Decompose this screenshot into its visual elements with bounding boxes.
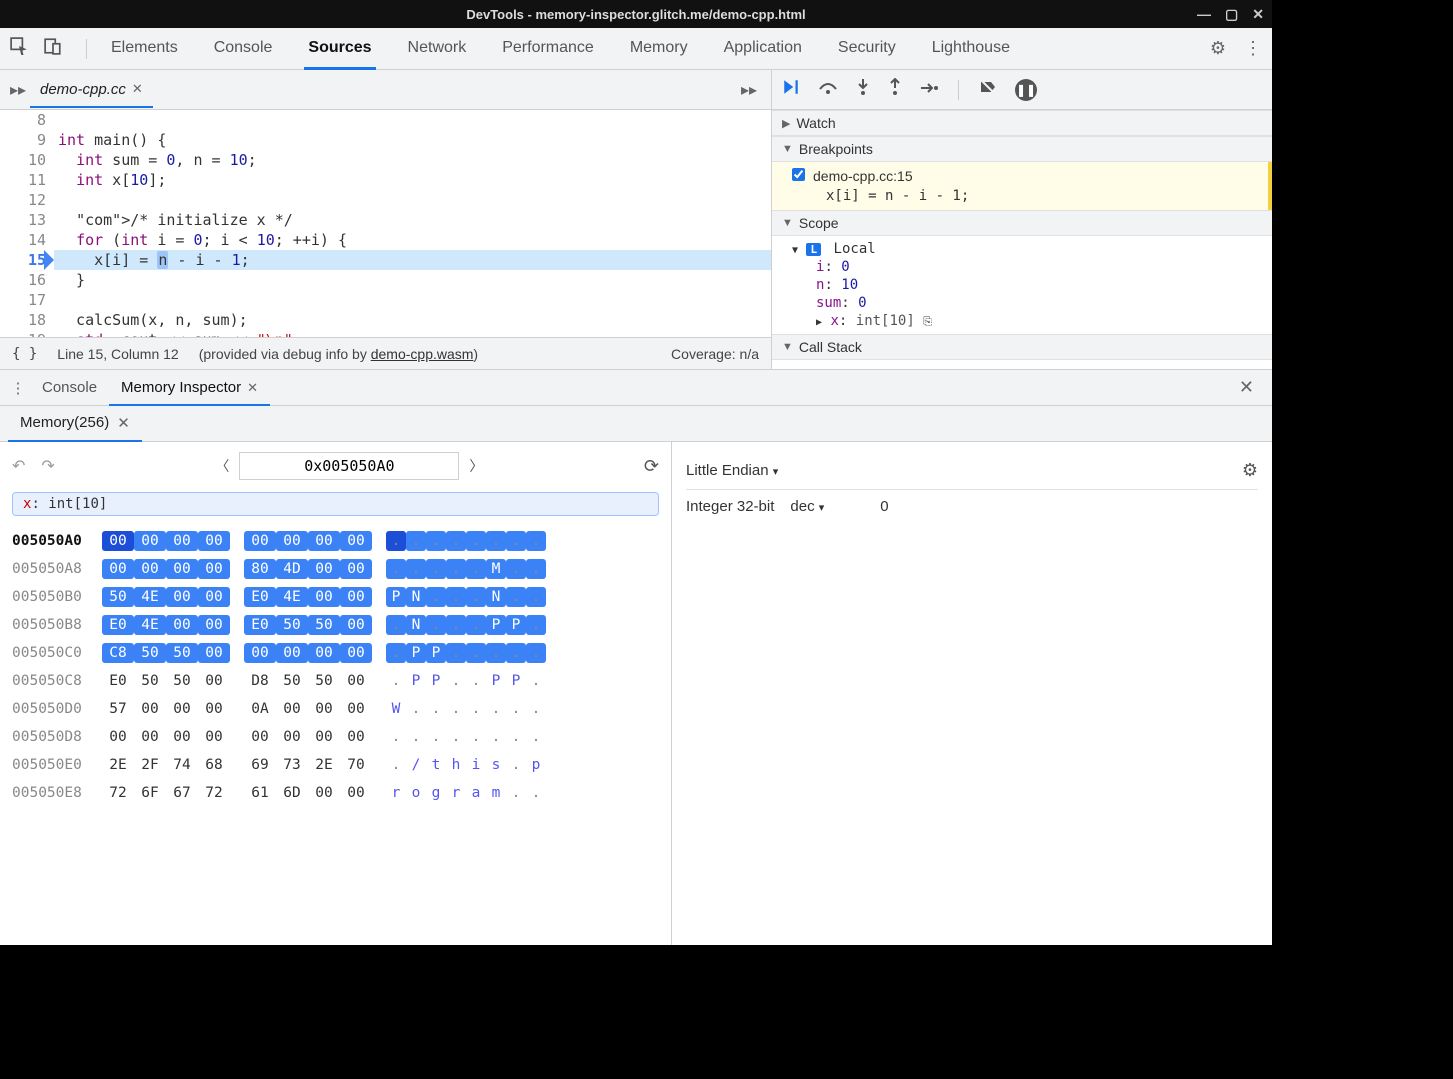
- panel-tabs: Elements Console Sources Network Performance…: [107, 29, 1210, 69]
- debugger-toolbar: ❚❚: [772, 70, 1272, 110]
- settings-icon[interactable]: ⚙: [1210, 38, 1226, 59]
- hex-row[interactable]: 005050C8E0505000D8505000.PP..PP.: [12, 668, 659, 694]
- hex-row[interactable]: 005050A800000000804D0000.....M..: [12, 556, 659, 582]
- step-icon[interactable]: [920, 79, 938, 100]
- drawer-tabbar: ⋮ ConsoleMemory Inspector✕ ✕: [0, 370, 1272, 406]
- provided-via: (provided via debug info by demo-cpp.was…: [199, 346, 478, 362]
- panel-tab-elements[interactable]: Elements: [107, 29, 182, 69]
- wasm-link[interactable]: demo-cpp.wasm: [371, 346, 474, 362]
- memory-tab[interactable]: Memory(256) ✕: [8, 406, 142, 442]
- scope-var-sum[interactable]: sum: 0: [792, 294, 1272, 312]
- run-snippet-icon[interactable]: ▸▸: [733, 80, 765, 100]
- base-select[interactable]: dec ▾: [790, 498, 824, 515]
- main-toolbar: Elements Console Sources Network Performance…: [0, 28, 1272, 70]
- separator: [86, 39, 87, 59]
- panel-tab-lighthouse[interactable]: Lighthouse: [928, 29, 1014, 69]
- separator: [958, 80, 959, 100]
- hex-row[interactable]: 005050A00000000000000000........: [12, 528, 659, 554]
- scope-var-x[interactable]: ▶ x: int[10] ⎘: [792, 312, 1272, 330]
- drawer-tab-memory-inspector[interactable]: Memory Inspector✕: [109, 371, 270, 406]
- cursor-position: Line 15, Column 12: [57, 346, 178, 362]
- variable-chip[interactable]: x: int[10]: [12, 492, 659, 516]
- value-interpreter: Little Endian ▾ ⚙ Integer 32-bit dec ▾ 0: [672, 442, 1272, 945]
- interpreter-settings-icon[interactable]: ⚙: [1242, 460, 1258, 481]
- refresh-icon[interactable]: ⟳: [644, 456, 659, 477]
- resume-icon[interactable]: [782, 78, 800, 101]
- scope-local[interactable]: ▼ L Local: [792, 240, 1272, 258]
- coverage-status: Coverage: n/a: [671, 346, 759, 362]
- hex-row[interactable]: 005050B8E04E0000E0505000.N...PP.: [12, 612, 659, 638]
- hex-row[interactable]: 005050D0570000000A000000W.......: [12, 696, 659, 722]
- titlebar: DevTools - memory-inspector.glitch.me/de…: [0, 0, 1272, 28]
- redo-icon[interactable]: ↷: [41, 456, 54, 476]
- breakpoints-section[interactable]: ▼Breakpoints: [772, 136, 1272, 162]
- step-into-icon[interactable]: [856, 78, 870, 101]
- hex-row[interactable]: 005050B0504E0000E04E0000PN...N..: [12, 584, 659, 610]
- scope-var-n[interactable]: n: 10: [792, 276, 1272, 294]
- hex-row[interactable]: 005050E8726F6772616D0000rogram..: [12, 780, 659, 806]
- panel-tab-application[interactable]: Application: [720, 29, 806, 69]
- close-tab-icon[interactable]: ✕: [132, 81, 143, 97]
- callstack-section[interactable]: ▼Call Stack: [772, 334, 1272, 360]
- code-editor[interactable]: 891011121314151617181920 int main() { in…: [0, 110, 771, 337]
- memory-nav-controls: ↶ ↷ 〈 〉 ⟳: [12, 452, 659, 480]
- panel-tab-network[interactable]: Network: [404, 29, 471, 69]
- endianness-select[interactable]: Little Endian ▾: [686, 462, 778, 479]
- close-icon[interactable]: ✕: [1252, 6, 1264, 23]
- address-input[interactable]: [239, 452, 459, 480]
- close-memory-tab-icon[interactable]: ✕: [117, 414, 130, 432]
- maximize-icon[interactable]: ▢: [1225, 6, 1238, 23]
- next-page-icon[interactable]: 〉: [469, 456, 483, 476]
- breakpoint-item[interactable]: demo-cpp.cc:15 x[i] = n - i - 1;: [772, 162, 1272, 210]
- drawer-close-icon[interactable]: ✕: [1227, 377, 1266, 398]
- scope-var-i[interactable]: i: 0: [792, 258, 1272, 276]
- drawer-more-icon[interactable]: ⋮: [6, 379, 30, 397]
- debugger-sidebar: ❚❚ ▶Watch ▼Breakpoints demo-cpp.cc:15 x[…: [772, 70, 1272, 369]
- hex-viewer[interactable]: 005050A00000000000000000........005050A8…: [12, 528, 659, 808]
- panel-tab-console[interactable]: Console: [210, 29, 277, 69]
- pause-on-exceptions-icon[interactable]: ❚❚: [1015, 79, 1037, 101]
- hex-row[interactable]: 005050E02E2F746869732E70./this.p: [12, 752, 659, 778]
- hex-row[interactable]: 005050D80000000000000000........: [12, 724, 659, 750]
- scope-section[interactable]: ▼Scope: [772, 210, 1272, 236]
- window-title: DevTools - memory-inspector.glitch.me/de…: [466, 7, 805, 22]
- select-element-icon[interactable]: [10, 37, 28, 60]
- minimize-icon[interactable]: —: [1197, 6, 1211, 23]
- panel-tab-sources[interactable]: Sources: [304, 29, 375, 70]
- interpreted-value: 0: [880, 498, 888, 515]
- pretty-print-icon[interactable]: { }: [12, 346, 37, 362]
- panel-tab-memory[interactable]: Memory: [626, 29, 692, 69]
- more-icon[interactable]: ⋮: [1244, 38, 1262, 59]
- undo-icon[interactable]: ↶: [12, 456, 25, 476]
- watch-section[interactable]: ▶Watch: [772, 110, 1272, 136]
- step-over-icon[interactable]: [818, 78, 838, 101]
- step-out-icon[interactable]: [888, 78, 902, 101]
- panel-tab-security[interactable]: Security: [834, 29, 900, 69]
- sources-tabbar: ▸▸ demo-cpp.cc ✕ ▸▸: [0, 70, 771, 110]
- drawer-tab-console[interactable]: Console: [30, 371, 109, 405]
- device-toolbar-icon[interactable]: [44, 37, 62, 60]
- prev-page-icon[interactable]: 〈: [215, 456, 229, 476]
- breakpoint-location: demo-cpp.cc:15: [813, 168, 913, 184]
- breakpoint-checkbox[interactable]: [792, 168, 805, 181]
- panel-tab-performance[interactable]: Performance: [498, 29, 598, 69]
- hex-row[interactable]: 005050C0C850500000000000.PP.....: [12, 640, 659, 666]
- source-file-tab[interactable]: demo-cpp.cc ✕: [30, 73, 153, 108]
- editor-status-bar: { } Line 15, Column 12 (provided via deb…: [0, 337, 771, 369]
- breakpoint-code: x[i] = n - i - 1;: [826, 188, 1258, 204]
- memory-tab-row: Memory(256) ✕: [0, 406, 1272, 442]
- value-type: Integer 32-bit: [686, 498, 774, 515]
- memory-inspector-panel: Memory(256) ✕ ↶ ↷ 〈 〉 ⟳: [0, 406, 1272, 945]
- deactivate-breakpoints-icon[interactable]: [979, 78, 997, 101]
- file-tab-label: demo-cpp.cc: [40, 81, 126, 98]
- navigator-toggle-icon[interactable]: ▸▸: [6, 80, 30, 100]
